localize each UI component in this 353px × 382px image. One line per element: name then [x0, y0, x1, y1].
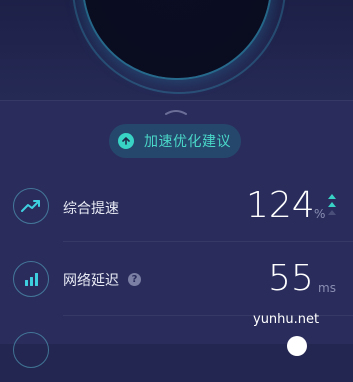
metric-unit: %: [314, 207, 326, 221]
speed-gauge-area: [0, 0, 353, 100]
metric-value: 55: [268, 258, 314, 299]
metric-row-partial: [0, 322, 353, 382]
watermark: yunhu.net: [253, 312, 320, 327]
trend-up-icon: [13, 188, 49, 224]
row-divider: [63, 241, 353, 242]
metric-row-latency: 网络延迟 ? 55 ms: [0, 250, 353, 310]
metric-title: 网络延迟: [63, 273, 119, 289]
optimization-suggestion-button[interactable]: 加速优化建议: [109, 124, 241, 158]
suggestion-label: 加速优化建议: [144, 134, 231, 150]
metric-value-partial: [287, 336, 307, 356]
metric-title: 综合提速: [63, 201, 119, 217]
metric-unit: ms: [318, 281, 336, 295]
panel-drag-handle[interactable]: [164, 108, 188, 116]
metric-row-speedup: 综合提速 124 %: [0, 176, 353, 236]
signal-bars-icon: [13, 261, 49, 297]
arrow-up-circle-icon: [118, 133, 134, 149]
help-icon[interactable]: ?: [128, 273, 141, 286]
metric-value: 124: [246, 185, 315, 226]
metric-icon: [13, 332, 49, 368]
trend-arrows-icon: [328, 194, 336, 215]
